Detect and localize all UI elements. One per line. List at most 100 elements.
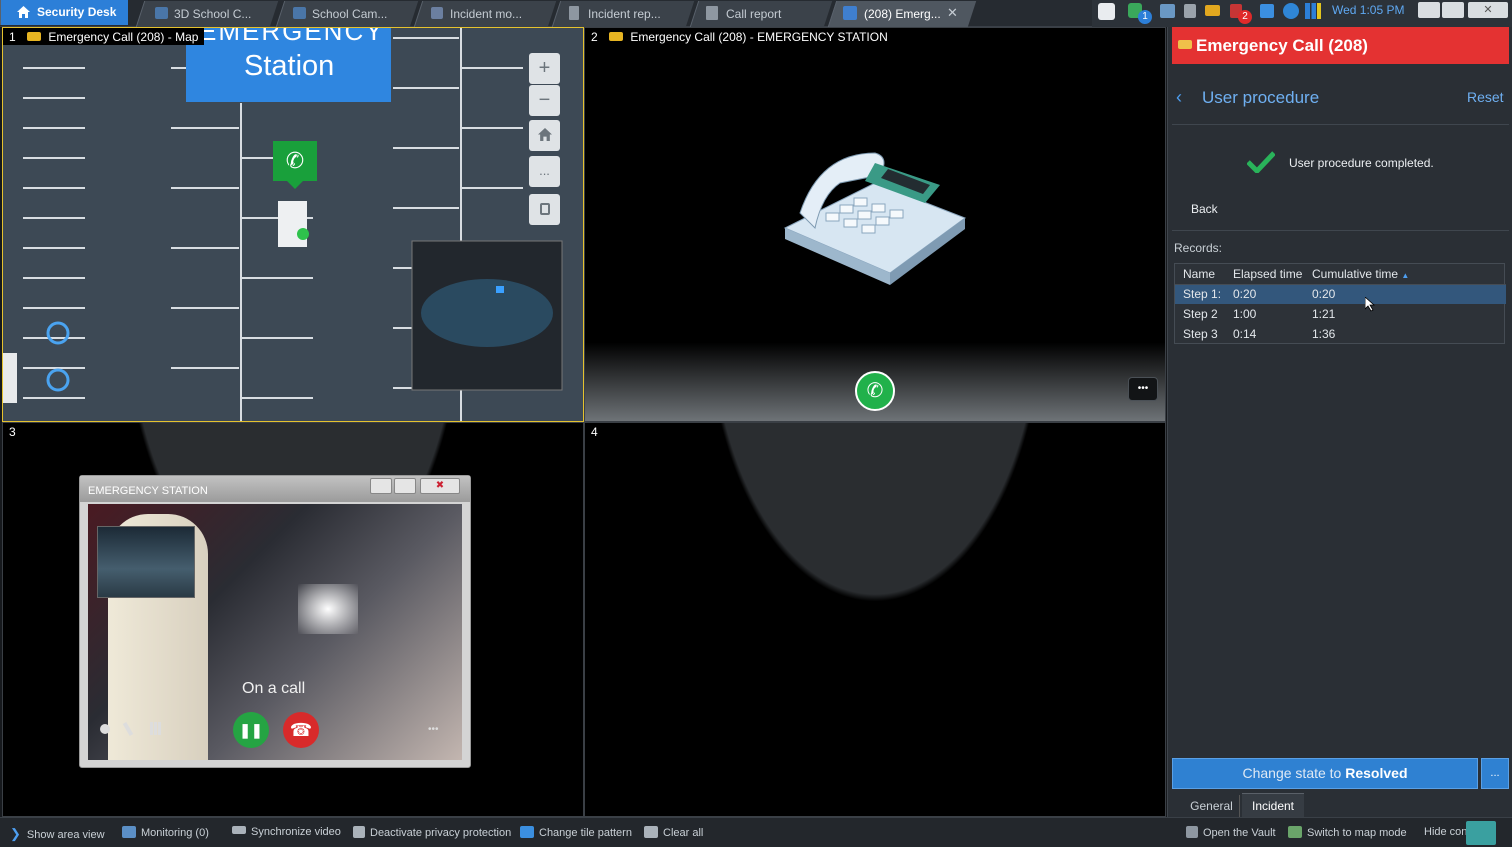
answer-call-button[interactable]: ✆ <box>855 371 895 411</box>
vault-icon <box>1186 826 1198 838</box>
records-label: Records: <box>1174 241 1223 255</box>
tile-header: 2 Emergency Call (208) - EMERGENCY STATI… <box>585 28 894 45</box>
column-name[interactable]: Name <box>1175 264 1225 285</box>
privacy-icon <box>353 826 365 838</box>
monitoring-button[interactable]: Monitoring (0) <box>122 826 209 839</box>
tab-label: 3D School C... <box>174 7 252 21</box>
button-label: Switch to map mode <box>1307 827 1407 839</box>
video-feed[interactable]: On a call ❚❚ ☎ ••• <box>88 504 462 760</box>
checkmark-icon <box>1247 151 1275 173</box>
hide-icon[interactable] <box>1466 821 1496 845</box>
home-icon <box>537 128 552 141</box>
alarm-bell-icon <box>609 32 624 41</box>
completion-message: User procedure completed. <box>1289 156 1434 170</box>
tile-1-map[interactable]: EMERGENCY Station ✆ + − ... 1 Emergency … <box>2 27 584 422</box>
more-options-button[interactable]: ••• <box>1128 377 1158 401</box>
hang-up-button[interactable]: ☎ <box>283 712 319 748</box>
zoom-out-button[interactable]: − <box>529 85 560 116</box>
table-header-row: Name Elapsed time Cumulative time ▲ <box>1175 264 1506 285</box>
tab-general[interactable]: General <box>1184 795 1240 817</box>
change-state-more-button[interactable]: ... <box>1481 758 1509 789</box>
minimize-button[interactable] <box>370 478 392 494</box>
globe-icon[interactable] <box>1283 3 1299 19</box>
cell-name: Step 1: <box>1175 284 1225 304</box>
tab-label: Incident mo... <box>450 7 523 21</box>
tile-title: Emergency Call (208) - Map <box>48 30 199 44</box>
alarm-icon[interactable] <box>1205 5 1220 16</box>
emergency-icon <box>843 6 857 20</box>
synchronize-video-button[interactable]: Synchronize video <box>232 826 341 838</box>
network-icon[interactable] <box>1160 4 1175 18</box>
show-area-view-button[interactable]: ❯ Show area view <box>10 826 105 842</box>
table-row[interactable]: Step 1: 0:20 0:20 <box>1175 284 1506 304</box>
monitor-icon <box>155 7 168 19</box>
zoom-in-button[interactable]: + <box>529 53 560 84</box>
panel-header: Emergency Call (208) <box>1172 27 1509 64</box>
column-cumulative[interactable]: Cumulative time ▲ <box>1304 264 1506 285</box>
monitor-icon <box>293 7 306 19</box>
tile-pattern-icon <box>520 826 534 838</box>
tab-security-desk[interactable]: Security Desk <box>0 0 128 25</box>
tab-general-label: General <box>1190 799 1233 813</box>
map-mode-button[interactable]: Switch to map mode <box>1288 826 1407 839</box>
layers-icon <box>539 203 550 215</box>
section-title: User procedure <box>1202 88 1320 107</box>
camera-icon[interactable] <box>100 724 110 734</box>
monitoring-icon <box>122 826 136 838</box>
emergency-station-window[interactable]: EMERGENCY STATION ✖ On a call ❚❚ ☎ ••• <box>79 475 471 768</box>
desk-phone-image <box>783 152 967 285</box>
reset-link[interactable]: Reset <box>1467 89 1504 105</box>
home-view-button[interactable] <box>529 120 560 151</box>
genetec-icon[interactable] <box>1098 3 1115 20</box>
phone-icon[interactable]: ✆ <box>273 141 317 181</box>
restore-button[interactable] <box>1442 2 1464 18</box>
tile-number: 3 <box>9 425 16 439</box>
signal-icon[interactable] <box>1305 3 1321 19</box>
maximize-button[interactable] <box>394 478 416 494</box>
intercom-device-icon[interactable] <box>278 201 307 247</box>
records-table-wrap: Name Elapsed time Cumulative time ▲ Step… <box>1174 263 1506 344</box>
clock: Wed 1:05 PM <box>1332 3 1405 17</box>
close-window-button[interactable]: ✕ <box>1468 2 1508 18</box>
keypad-icon[interactable] <box>150 722 161 735</box>
privacy-protection-button[interactable]: Deactivate privacy protection <box>353 826 511 839</box>
clear-all-button[interactable]: Clear all <box>644 826 703 839</box>
tile-2-emergency-station[interactable]: ✆ ••• 2 Emergency Call (208) - EMERGENCY… <box>584 27 1166 422</box>
back-button[interactable]: Back <box>1191 202 1218 216</box>
map-minimap[interactable] <box>412 241 562 390</box>
printer-icon[interactable] <box>1184 4 1196 18</box>
column-elapsed[interactable]: Elapsed time <box>1225 264 1304 285</box>
close-button[interactable]: ✖ <box>420 478 460 494</box>
cell-name: Step 3 <box>1183 327 1218 341</box>
panel-title: Emergency Call (208) <box>1196 36 1368 55</box>
button-label: Monitoring (0) <box>141 827 209 839</box>
tab-incident[interactable]: Incident <box>1242 793 1304 817</box>
tab-label: Security Desk <box>37 5 117 19</box>
map-mode-icon <box>1288 826 1302 838</box>
minimize-button[interactable] <box>1418 2 1440 18</box>
back-chevron-icon[interactable]: ‹ <box>1176 87 1182 108</box>
tile-3-video-call[interactable]: 3 EMERGENCY STATION ✖ On a call ❚❚ ☎ ••• <box>2 422 584 817</box>
pause-call-button[interactable]: ❚❚ <box>233 712 269 748</box>
map-more-button[interactable]: ... <box>529 156 560 187</box>
change-tile-pattern-button[interactable]: Change tile pattern <box>520 826 632 839</box>
sync-icon <box>232 826 246 834</box>
close-icon[interactable]: ✕ <box>947 5 958 21</box>
button-label: Synchronize video <box>251 826 341 838</box>
table-row[interactable]: Step 2 1:00 1:21 <box>1175 304 1506 324</box>
tile-4-empty[interactable]: 4 <box>584 422 1166 817</box>
open-vault-button[interactable]: Open the Vault <box>1186 826 1276 839</box>
change-state-button[interactable]: Change state to Resolved <box>1172 758 1478 789</box>
button-label: Change tile pattern <box>539 827 632 839</box>
more-icon[interactable]: ••• <box>428 724 439 735</box>
volume-icon[interactable] <box>1260 4 1274 18</box>
wheelchair-icon <box>43 365 73 395</box>
change-state-prefix: Change state to <box>1242 765 1342 781</box>
tile-number: 4 <box>591 425 598 439</box>
tile-header: 3 <box>3 423 22 440</box>
cell-cumulative: 0:20 <box>1304 284 1506 304</box>
map-layers-button[interactable] <box>529 194 560 225</box>
hide-controls-button[interactable]: Hide cont <box>1424 826 1470 838</box>
cell-elapsed: 0:20 <box>1225 284 1304 304</box>
table-row[interactable]: Step 3 0:14 1:36 <box>1175 324 1506 344</box>
